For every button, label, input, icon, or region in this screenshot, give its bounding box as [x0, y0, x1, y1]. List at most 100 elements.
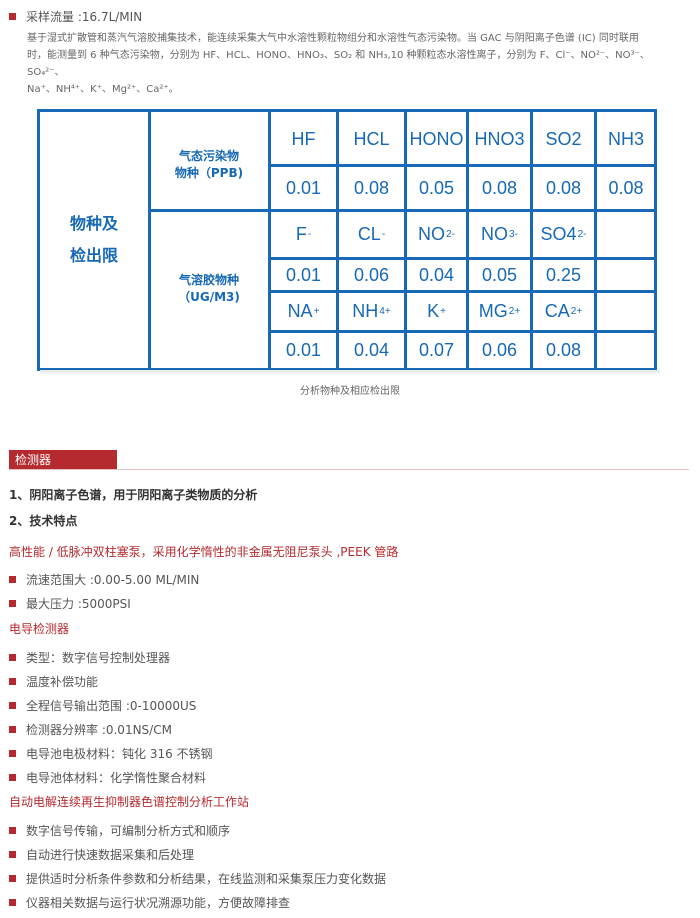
bullet-square-icon — [9, 899, 16, 906]
gas-label-line1: 气态污染物 — [178, 149, 239, 163]
bullet-item: 全程信号输出范围 :0-10000US — [9, 697, 196, 714]
bullet-item: 检测器分辨率 :0.01NS/CM — [9, 721, 172, 738]
cation-name-cell-superscript: + — [313, 306, 320, 317]
bullet-item-text: 电导池体材料：化学惰性聚合材料 — [26, 771, 207, 785]
bullet-item: 电导池体材料：化学惰性聚合材料 — [9, 769, 206, 786]
cation-value-cell: 0.06 — [469, 333, 530, 368]
anion-name-cell-superscript: 3- — [509, 229, 518, 240]
bullet-square-icon — [9, 600, 16, 607]
cation-value-cell-text: 0.06 — [481, 340, 518, 360]
workstation-title: 自动电解连续再生抑制器色谱控制分析工作站 — [9, 795, 250, 809]
bullet-square-icon — [9, 678, 16, 685]
sample-flow-line: 采样流量 :16.7L/MIN — [9, 8, 142, 25]
cation-name-cell-text: CA — [544, 301, 570, 321]
bullet-square-icon — [9, 875, 16, 882]
cation-name-cell-text: NH — [352, 301, 379, 321]
bullet-item: 最大压力 :5000PSI — [9, 595, 131, 612]
bullet-item: 类型：数字信号控制处理器 — [9, 649, 170, 666]
anion-name-cell: SO4 2- — [533, 212, 594, 257]
cation-name-cell-text: NA — [287, 301, 313, 321]
anion-name-cell-superscript: - — [307, 229, 312, 240]
gas-species-cell: NH3 — [597, 115, 655, 164]
bullet-square-icon — [9, 774, 16, 781]
anion-name-cell-text: F — [295, 224, 307, 244]
anion-value-cell-text: 0.05 — [481, 264, 518, 285]
cation-name-cell-superscript: 4+ — [379, 306, 391, 317]
cation-name-cell: CA 2+ — [533, 293, 594, 330]
bullet-square-icon — [9, 654, 16, 661]
bullet-item: 提供适时分析条件参数和分析结果，在线监测和采集泵压力变化数据 — [9, 870, 386, 887]
gas-value-cell-text: 0.08 — [545, 177, 582, 198]
cation-name-cell-text: K — [427, 301, 440, 321]
cation-name-cell-text: MG — [478, 301, 508, 321]
anion-value-cell-text: 0.04 — [418, 264, 455, 285]
table-shadow — [40, 370, 660, 376]
conductivity-title: 电导检测器 — [9, 622, 70, 636]
gas-species-cell: HCL — [339, 115, 404, 164]
anion-name-cell-superscript: 2- — [577, 229, 587, 240]
anion-value-cell: 0.04 — [407, 260, 466, 290]
anion-name-cell-superscript: - — [381, 229, 386, 240]
cation-value-cell-text: 0.04 — [353, 340, 390, 360]
row-header: 物种及 检出限 — [40, 208, 148, 272]
gas-species-cell-text: HNO3 — [474, 129, 525, 149]
cation-value-cell-text: 0.01 — [285, 340, 322, 360]
bullet-item-text: 仪器相关数据与运行状况溯源功能，方便故障排查 — [26, 896, 291, 910]
bullet-item-text: 电导池电极材料：钝化 316 不锈钢 — [26, 747, 213, 761]
gas-value-cell: 0.08 — [339, 167, 404, 209]
cation-value-cell-text: 0.07 — [418, 340, 455, 360]
bullet-item-text: 最大压力 :5000PSI — [26, 597, 131, 611]
gas-value-cell: 0.05 — [407, 167, 466, 209]
anion-value-cell-text: 0.01 — [285, 264, 322, 285]
anion-value-cell: 0.06 — [339, 260, 404, 290]
bullet-square-icon — [9, 13, 16, 20]
gas-species-cell: SO2 — [533, 115, 594, 164]
aerosol-label-line2: （UG/M3) — [178, 290, 240, 304]
aerosol-label-line1: 气溶胶物种 — [178, 273, 239, 287]
section-divider — [9, 469, 689, 470]
table-caption: 分析物种及相应检出限 — [300, 386, 400, 397]
gas-species-cell-text: SO2 — [545, 129, 582, 149]
bullet-item-text: 流速范围大 :0.00-5.00 ML/MIN — [26, 573, 200, 587]
anion-name-cell-text: CL — [357, 224, 381, 244]
aerosol-label: 气溶胶物种 （UG/M3) — [150, 272, 268, 306]
gas-label: 气态污染物 物种（PPB) — [150, 148, 268, 182]
gas-value-cell: 0.08 — [533, 167, 594, 209]
bullet-square-icon — [9, 726, 16, 733]
bullet-square-icon — [9, 827, 16, 834]
pump-title: 高性能 / 低脉冲双柱塞泵，采用化学惰性的非金属无阻尼泵头 ,PEEK 管路 — [9, 545, 399, 559]
cation-value-cell: 0.07 — [407, 333, 466, 368]
cation-value-cell: 0.04 — [339, 333, 404, 368]
row-header-text: 物种及 检出限 — [69, 214, 118, 265]
bullet-item-text: 类型：数字信号控制处理器 — [26, 651, 171, 665]
sample-flow-text: 采样流量 :16.7L/MIN — [26, 10, 143, 24]
gas-species-cell-text: HF — [291, 129, 316, 149]
cation-name-cell-superscript: 2+ — [508, 306, 521, 317]
gas-species-cell-text: NH3 — [607, 129, 644, 149]
cation-name-cell: MG 2+ — [469, 293, 530, 330]
anion-name-cell-text: NO — [481, 224, 509, 244]
gas-species-cell-text: HCL — [353, 129, 390, 149]
anion-value-cell: 0.25 — [533, 260, 594, 290]
cation-name-cell: NA + — [271, 293, 336, 330]
bullet-item-text: 自动进行快速数据采集和后处理 — [26, 848, 195, 862]
bullet-item: 仪器相关数据与运行状况溯源功能，方便故障排查 — [9, 894, 290, 911]
bullet-item-text: 全程信号输出范围 :0-10000US — [26, 699, 197, 713]
heading-ion-chromatography: 1、阴阳离子色谱，用于阴阳离子类物质的分析 — [9, 488, 258, 502]
bullet-square-icon — [9, 851, 16, 858]
cation-name-cell-superscript: 2+ — [570, 306, 583, 317]
bullet-item-text: 提供适时分析条件参数和分析结果，在线监测和采集泵压力变化数据 — [26, 872, 387, 886]
anion-name-cell: CL - — [339, 212, 404, 257]
anion-name-cell-superscript: 2- — [446, 229, 455, 240]
bullet-item: 数字信号传输，可编制分析方式和顺序 — [9, 822, 230, 839]
cation-name-cell: K + — [407, 293, 466, 330]
intro-line-3: Na⁺、NH⁴⁺、K⁺、Mg²⁺、Ca²⁺。 — [27, 84, 179, 95]
anion-name-cell: NO 3- — [469, 212, 530, 257]
cation-value-cell: 0.01 — [271, 333, 336, 368]
cation-value-cell: 0.08 — [533, 333, 594, 368]
gas-value-cell-text: 0.01 — [285, 177, 322, 198]
gas-value-cell-text: 0.05 — [418, 177, 455, 198]
cation-name-cell: NH 4+ — [339, 293, 404, 330]
bullet-item-text: 检测器分辨率 :0.01NS/CM — [26, 723, 172, 737]
anion-value-cell-text: 0.06 — [353, 264, 390, 285]
